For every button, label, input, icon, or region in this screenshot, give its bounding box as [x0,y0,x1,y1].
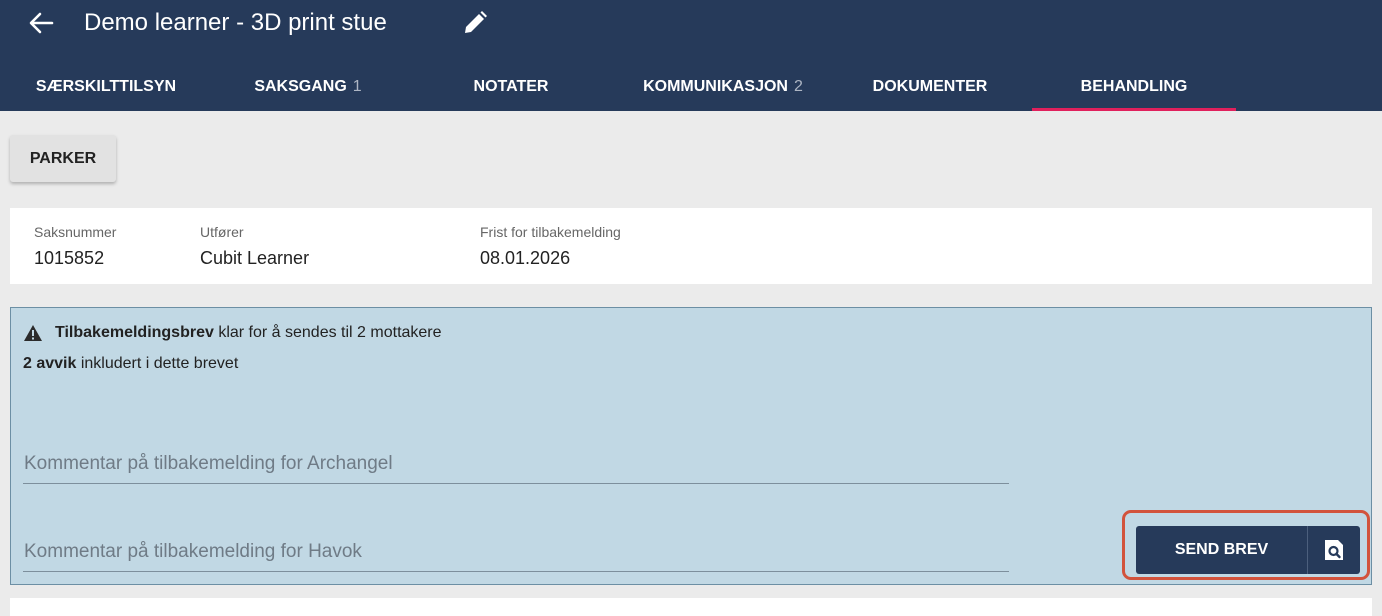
alert-message: Tilbakemeldingsbrev klar for å sendes ti… [23,324,442,342]
tab-saksgang[interactable]: SAKSGANG 1 [234,66,382,111]
tab-kommunikasjon[interactable]: KOMMUNIKASJON 2 [608,66,838,111]
arrow-left-icon[interactable] [28,8,54,38]
preview-button[interactable] [1308,526,1360,574]
tab-label: BEHANDLING [1080,78,1188,95]
case-info-card: Saksnummer 1015852 Utfører Cubit Learner… [10,208,1372,284]
pencil-icon[interactable] [462,10,488,36]
case-number-label: Saksnummer [34,224,117,240]
tab-count: 2 [793,78,803,95]
alert-text: klar for å sendes til 2 mottakere [213,324,442,341]
alert-bold-text: Tilbakemeldingsbrev [55,324,214,341]
deadline-label: Frist for tilbakemelding [480,224,621,240]
avvik-text: inkludert i dette brevet [76,355,239,372]
app-header: Demo learner - 3D print stue SÆRSKILTTIL… [0,0,1382,111]
tab-dokumenter[interactable]: DOKUMENTER [846,66,1014,111]
page-title: Demo learner - 3D print stue [84,9,387,36]
tab-label: NOTATER [473,78,549,95]
deadline-value: 08.01.2026 [480,248,571,268]
comment-field-archangel[interactable] [23,444,1009,484]
case-number-value: 1015852 [34,248,105,268]
tab-notater[interactable]: NOTATER [446,66,576,111]
tab-count: 1 [352,78,362,95]
send-button-group: SEND BREV [1136,526,1360,574]
tab-label: SAKSGANG [254,78,347,95]
send-letter-button[interactable]: SEND BREV [1136,526,1307,574]
tab-behandling[interactable]: BEHANDLING [1032,66,1236,111]
tab-sarskilttilsyn[interactable]: SÆRSKILTTILSYN [18,66,194,111]
warning-icon [24,325,42,341]
tab-label: SÆRSKILTTILSYN [35,78,177,95]
performer-value: Cubit Learner [200,248,310,268]
bottom-card-edge [10,598,1372,616]
park-button[interactable]: PARKER [10,135,116,182]
tab-bar: SÆRSKILTTILSYN SAKSGANG 1 NOTATER KOMMUNI… [0,66,1382,111]
title-row: Demo learner - 3D print stue [0,0,1382,48]
performer-label: Utfører [200,224,244,240]
comment-field-havok[interactable] [23,532,1009,572]
document-search-icon [1325,540,1343,560]
tab-label: DOKUMENTER [872,78,988,95]
tab-label: KOMMUNIKASJON [643,78,788,95]
avvik-bold-text: 2 avvik [23,355,77,372]
avvik-message: 2 avvik inkludert i dette brevet [23,355,238,373]
